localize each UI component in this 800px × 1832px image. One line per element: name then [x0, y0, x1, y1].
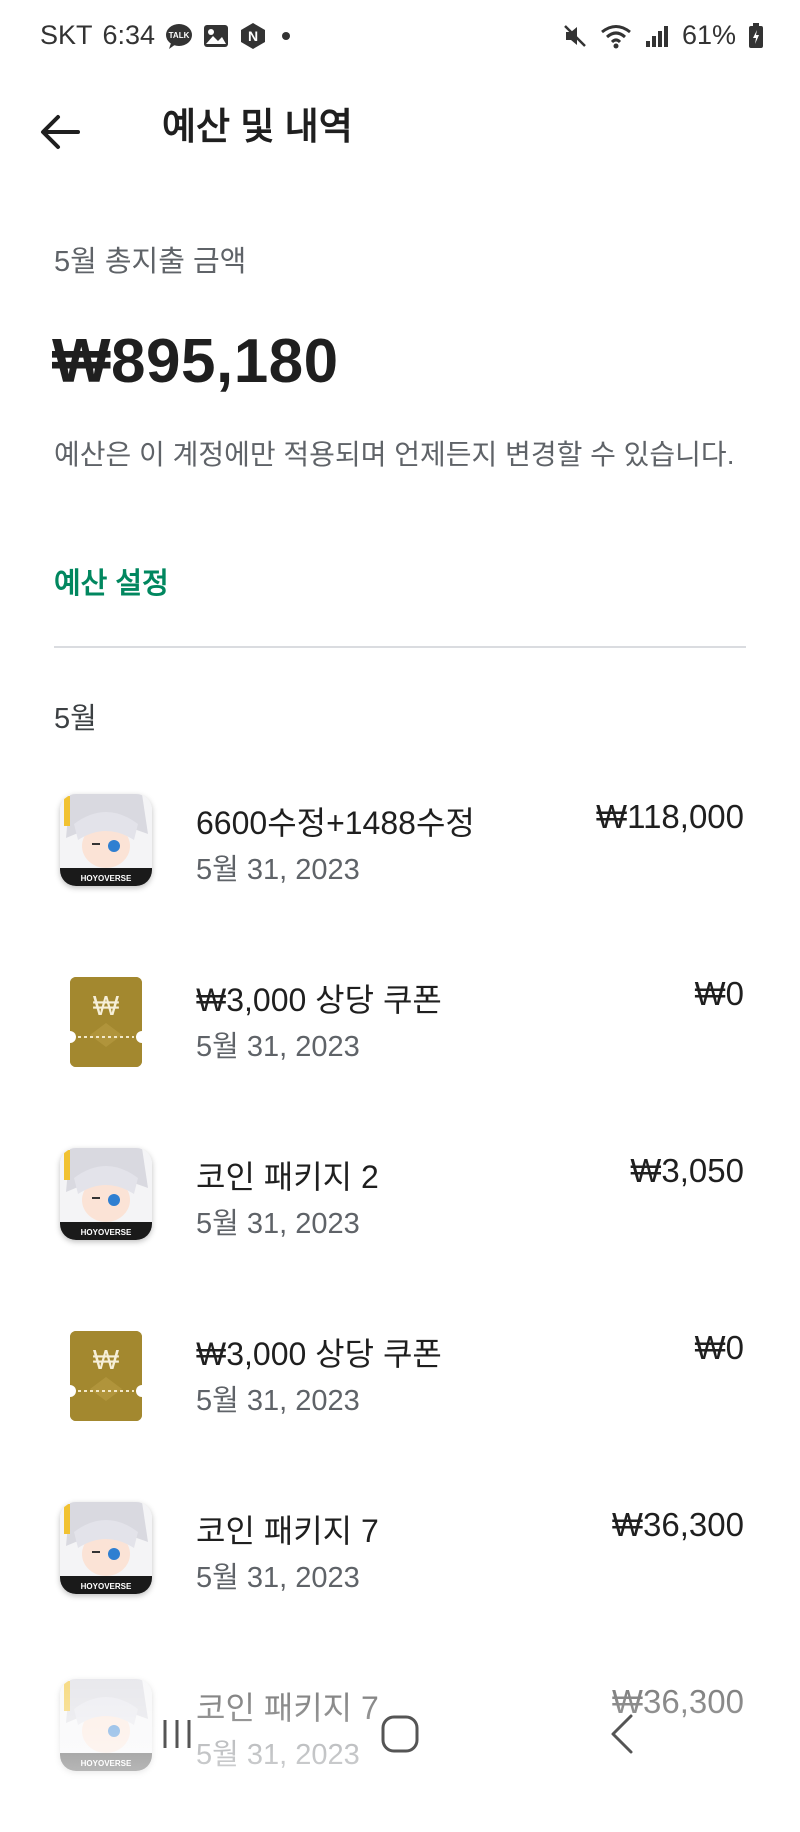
signal-icon — [644, 23, 670, 49]
wifi-icon — [600, 23, 632, 49]
arrow-back-icon — [41, 115, 80, 149]
divider — [54, 646, 746, 648]
item-price: ₩3,050 — [630, 1152, 744, 1189]
app-icon-label: HOYOVERSE — [81, 874, 132, 883]
won-coupon-icon: ₩ — [70, 977, 142, 1067]
won-coupon-icon: ₩ — [70, 1331, 142, 1421]
status-bar-right: 61% — [562, 20, 764, 51]
recent-apps-button[interactable] — [142, 1702, 212, 1766]
hoyoverse-app-icon: HOYOVERSE — [60, 1148, 152, 1240]
talk-text: TALK — [169, 31, 190, 40]
recent-apps-icon — [163, 1720, 191, 1748]
app-icon-label: HOYOVERSE — [81, 1582, 132, 1591]
battery-icon — [748, 22, 764, 49]
month-header: 5월 — [54, 703, 97, 735]
list-item[interactable]: ₩ ₩3,000 상당 쿠폰 5월 31, 2023 ₩0 — [0, 1301, 800, 1478]
item-date: 5월 31, 2023 — [196, 1562, 360, 1594]
item-price: ₩0 — [694, 1329, 745, 1366]
item-title: ₩3,000 상당 쿠폰 — [196, 1336, 442, 1372]
home-icon — [381, 1715, 419, 1753]
page-title: 예산 및 내역 — [162, 106, 353, 147]
status-bar: SKT 6:34 TALK N 61% — [0, 0, 800, 76]
item-date: 5월 31, 2023 — [196, 1385, 360, 1417]
kakaotalk-icon: TALK — [165, 23, 193, 49]
item-title: ₩3,000 상당 쿠폰 — [196, 982, 442, 1018]
system-back-button[interactable] — [588, 1702, 658, 1766]
dot-icon — [277, 27, 295, 45]
coupon-symbol: ₩ — [93, 990, 120, 1021]
list-item[interactable]: ₩ ₩3,000 상당 쿠폰 5월 31, 2023 ₩0 — [0, 947, 800, 1124]
system-nav-bar — [0, 1690, 800, 1778]
carrier-label: SKT — [40, 20, 93, 50]
hoyoverse-app-icon: HOYOVERSE — [60, 1502, 152, 1594]
status-bar-left: SKT 6:34 TALK N — [40, 20, 295, 51]
mute-icon — [562, 23, 588, 49]
coupon-symbol: ₩ — [93, 1344, 120, 1375]
budget-description: 예산은 이 계정에만 적용되며 언제든지 변경할 수 있습니다. — [54, 439, 735, 470]
naver-icon: N — [239, 22, 267, 50]
app-bar — [0, 76, 800, 186]
back-button[interactable] — [28, 100, 92, 164]
item-date: 5월 31, 2023 — [196, 1208, 360, 1240]
clock: 6:34 — [102, 20, 156, 50]
gallery-icon — [203, 24, 229, 48]
battery-percent: 61% — [681, 20, 736, 50]
app-icon-label: HOYOVERSE — [81, 1228, 132, 1237]
month-total-label: 5월 총지출 금액 — [54, 246, 247, 278]
back-icon — [611, 1714, 633, 1754]
budget-settings-link[interactable]: 예산 설정 — [54, 560, 169, 602]
item-title: 6600수정+1488수정 — [196, 805, 475, 841]
hoyoverse-app-icon: HOYOVERSE — [60, 794, 152, 886]
month-total-amount: ₩895,180 — [52, 327, 339, 396]
item-price: ₩0 — [694, 975, 745, 1012]
home-button[interactable] — [365, 1702, 435, 1766]
list-item[interactable]: HOYOVERSE 6600수정+1488수정 5월 31, 2023 ₩118… — [0, 770, 800, 947]
list-item[interactable]: HOYOVERSE 코인 패키지 7 5월 31, 2023 ₩36,300 — [0, 1478, 800, 1655]
item-price: ₩118,000 — [596, 798, 744, 835]
item-title: 코인 패키지 2 — [196, 1159, 379, 1195]
item-date: 5월 31, 2023 — [196, 1031, 360, 1063]
item-price: ₩36,300 — [611, 1506, 744, 1543]
item-title: 코인 패키지 7 — [196, 1513, 379, 1549]
purchase-list: HOYOVERSE 6600수정+1488수정 5월 31, 2023 ₩118… — [0, 770, 800, 1832]
naver-letter: N — [248, 28, 258, 44]
list-item[interactable]: HOYOVERSE 코인 패키지 2 5월 31, 2023 ₩3,050 — [0, 1124, 800, 1301]
item-date: 5월 31, 2023 — [196, 854, 360, 886]
